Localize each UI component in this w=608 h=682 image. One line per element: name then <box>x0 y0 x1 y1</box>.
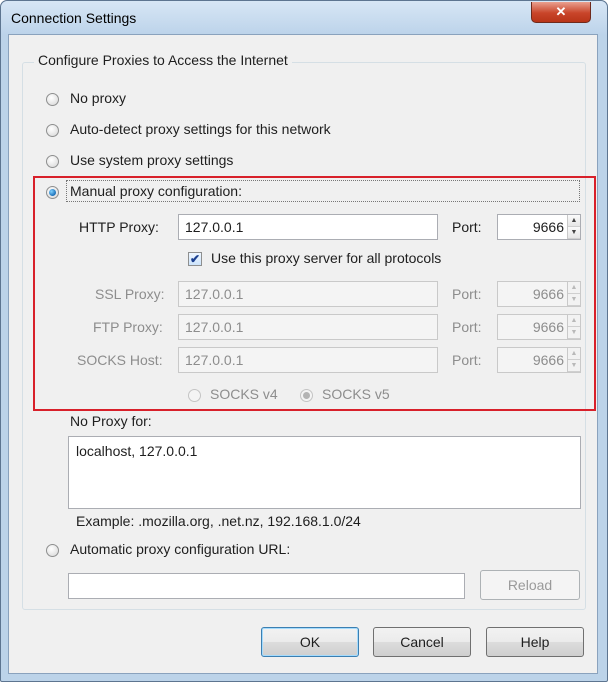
http-proxy-label: HTTP Proxy: <box>79 219 159 235</box>
system-proxy-label[interactable]: Use system proxy settings <box>70 152 233 168</box>
socks-v5-radio[interactable] <box>300 389 313 402</box>
title-bar[interactable]: Connection Settings ✕ <box>1 1 607 35</box>
spin-down-icon[interactable]: ▼ <box>568 227 580 239</box>
ssl-port-label: Port: <box>452 286 482 302</box>
http-port-value: 9666 <box>532 219 564 235</box>
http-proxy-input[interactable]: 127.0.0.1 <box>178 214 438 240</box>
manual-proxy-radio[interactable] <box>46 186 59 199</box>
spin-up-icon[interactable]: ▲ <box>568 348 580 360</box>
socks-v4-radio[interactable] <box>188 389 201 402</box>
use-for-all-checkbox[interactable]: ✔ <box>188 252 202 266</box>
socks-v4-label[interactable]: SOCKS v4 <box>210 386 278 402</box>
system-proxy-radio[interactable] <box>46 155 59 168</box>
spin-down-icon[interactable]: ▼ <box>568 327 580 339</box>
socks-port-value: 9666 <box>532 352 564 368</box>
spin-up-icon[interactable]: ▲ <box>568 315 580 327</box>
socks-host-input[interactable]: 127.0.0.1 <box>178 347 438 373</box>
http-port-spinner[interactable]: ▲ ▼ <box>567 215 580 239</box>
ssl-port-spinner[interactable]: ▲ ▼ <box>567 282 580 306</box>
http-port-label: Port: <box>452 219 482 235</box>
auto-config-url-input[interactable] <box>68 573 465 599</box>
reload-button[interactable]: Reload <box>480 570 580 600</box>
groupbox-title: Configure Proxies to Access the Internet <box>34 52 292 68</box>
ftp-port-value: 9666 <box>532 319 564 335</box>
close-button[interactable]: ✕ <box>531 2 591 23</box>
ftp-proxy-label: FTP Proxy: <box>93 319 163 335</box>
socks-port-stepper[interactable]: 9666 ▲ ▼ <box>497 347 581 373</box>
ftp-port-stepper[interactable]: 9666 ▲ ▼ <box>497 314 581 340</box>
auto-detect-label[interactable]: Auto-detect proxy settings for this netw… <box>70 121 331 137</box>
ssl-proxy-label: SSL Proxy: <box>95 286 165 302</box>
socks-host-label: SOCKS Host: <box>77 352 163 368</box>
spin-down-icon[interactable]: ▼ <box>568 360 580 372</box>
socks-port-label: Port: <box>452 352 482 368</box>
help-button[interactable]: Help <box>486 627 584 657</box>
ftp-port-spinner[interactable]: ▲ ▼ <box>567 315 580 339</box>
cancel-button[interactable]: Cancel <box>373 627 471 657</box>
spin-up-icon[interactable]: ▲ <box>568 215 580 227</box>
ftp-port-label: Port: <box>452 319 482 335</box>
ssl-port-stepper[interactable]: 9666 ▲ ▼ <box>497 281 581 307</box>
no-proxy-example: Example: .mozilla.org, .net.nz, 192.168.… <box>76 513 361 529</box>
no-proxy-for-textarea[interactable]: localhost, 127.0.0.1 <box>68 436 581 509</box>
socks-v5-label[interactable]: SOCKS v5 <box>322 386 390 402</box>
auto-config-url-radio[interactable] <box>46 544 59 557</box>
http-port-stepper[interactable]: 9666 ▲ ▼ <box>497 214 581 240</box>
checkmark-icon: ✔ <box>189 252 201 266</box>
spin-up-icon[interactable]: ▲ <box>568 282 580 294</box>
spin-down-icon[interactable]: ▼ <box>568 294 580 306</box>
auto-config-url-label[interactable]: Automatic proxy configuration URL: <box>70 541 290 557</box>
ssl-proxy-input[interactable]: 127.0.0.1 <box>178 281 438 307</box>
close-icon: ✕ <box>555 4 567 19</box>
manual-proxy-label[interactable]: Manual proxy configuration: <box>70 183 242 199</box>
ok-button[interactable]: OK <box>261 627 359 657</box>
ftp-proxy-input[interactable]: 127.0.0.1 <box>178 314 438 340</box>
use-for-all-label[interactable]: Use this proxy server for all protocols <box>211 250 441 266</box>
ssl-port-value: 9666 <box>532 286 564 302</box>
no-proxy-label[interactable]: No proxy <box>70 90 126 106</box>
socks-port-spinner[interactable]: ▲ ▼ <box>567 348 580 372</box>
no-proxy-for-label: No Proxy for: <box>70 413 152 429</box>
no-proxy-radio[interactable] <box>46 93 59 106</box>
window-title: Connection Settings <box>11 10 137 26</box>
auto-detect-radio[interactable] <box>46 124 59 137</box>
